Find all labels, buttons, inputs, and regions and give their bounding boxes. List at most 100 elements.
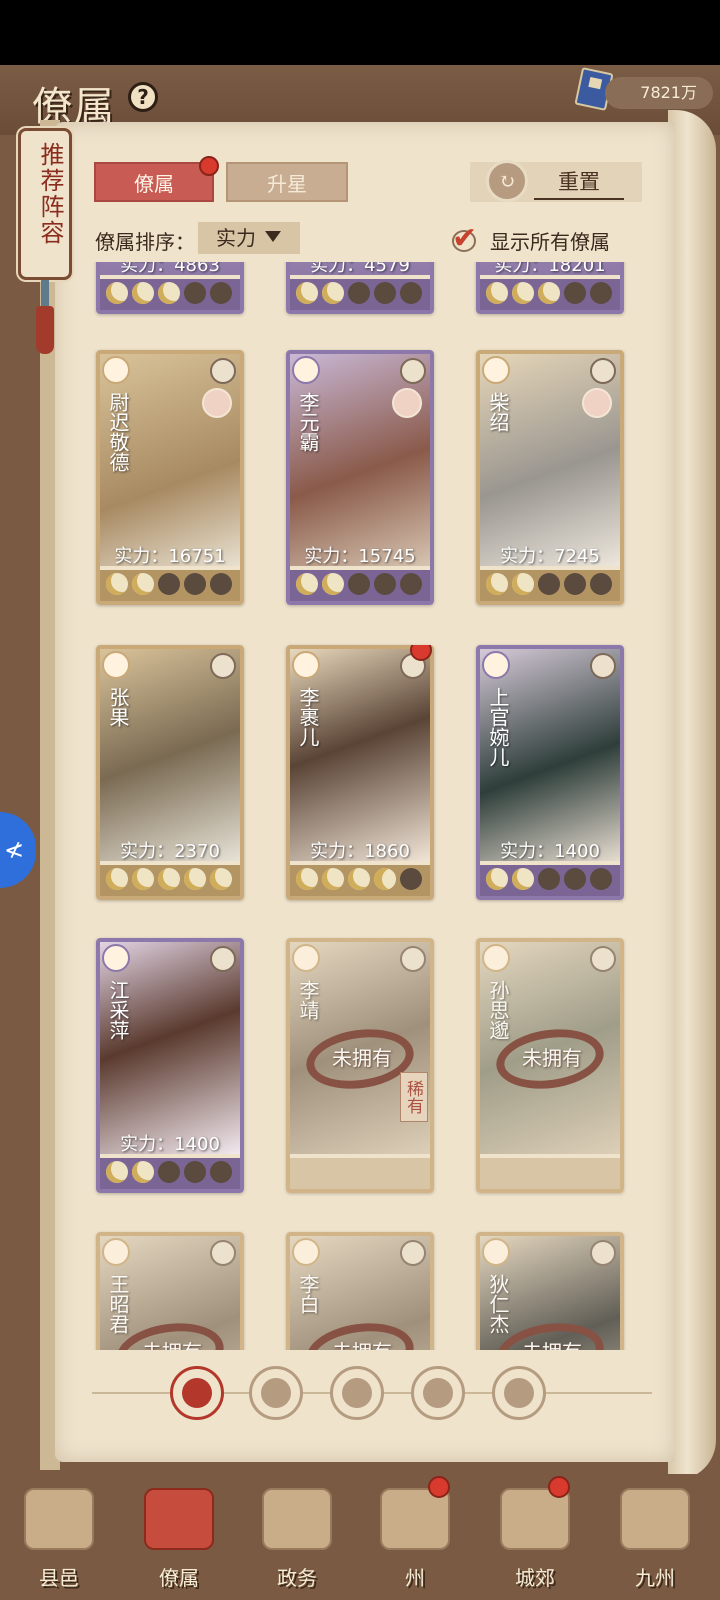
bow-type-icon <box>210 358 236 384</box>
faction-icon <box>482 356 510 384</box>
filter-all-button[interactable] <box>170 1366 224 1420</box>
lion-filter-icon <box>504 1378 534 1408</box>
helmet-type-icon <box>210 946 236 972</box>
moon-star-icon <box>106 868 128 890</box>
nav-label: 政务 <box>277 1566 317 1590</box>
card-power: 实力：15745 <box>304 546 416 567</box>
moon-star-icon <box>322 573 344 595</box>
moon-star-icon <box>184 282 206 304</box>
faction-icon <box>292 651 320 679</box>
bell-filter-icon <box>261 1378 291 1408</box>
card-stars <box>480 865 620 896</box>
book-right-edge <box>668 110 716 1480</box>
card-name: 孙思邈 <box>486 980 510 1040</box>
moon-star-icon <box>400 573 422 595</box>
yinyang-type-icon <box>210 653 236 679</box>
moon-star-icon <box>486 573 508 595</box>
moon-star-icon <box>512 868 534 890</box>
moon-star-icon <box>158 282 180 304</box>
card-power: 实力：18201 <box>494 262 606 276</box>
help-icon[interactable]: ? <box>128 82 158 112</box>
officer-card[interactable]: 李元霸 实力：15745 <box>286 350 434 605</box>
nav-label: 县邑 <box>39 1566 79 1590</box>
card-power: 实力：2370 <box>120 841 220 862</box>
sort-label: 僚属排序： <box>95 230 195 254</box>
unowned-label: 未拥有 <box>502 1336 602 1350</box>
shield-type-icon <box>400 358 426 384</box>
nav-item-town[interactable]: 县邑 <box>4 1474 114 1594</box>
faction-icon <box>482 1238 510 1266</box>
show-all-label[interactable]: 显示所有僚属 <box>490 226 610 255</box>
officer-card[interactable]: 实力：4579 <box>286 262 434 314</box>
gourd-filter-icon <box>342 1378 372 1408</box>
officer-card[interactable]: 实力：4863 <box>96 262 244 314</box>
card-stars <box>100 1158 240 1189</box>
moon-star-icon <box>374 868 396 890</box>
card-name: 尉迟敬德 <box>106 392 130 472</box>
nav-item-nine-provinces[interactable]: 九州 <box>600 1474 710 1594</box>
moon-star-icon <box>106 282 128 304</box>
officer-card[interactable]: 王昭君 未拥有 <box>96 1232 244 1350</box>
card-power: 实力：7245 <box>500 546 600 567</box>
town-icon <box>24 1488 94 1550</box>
reset-button[interactable]: 重置 <box>534 166 624 200</box>
card-stars <box>100 279 240 310</box>
moon-star-icon <box>590 282 612 304</box>
moon-star-icon <box>400 868 422 890</box>
moon-star-icon <box>538 868 560 890</box>
avatar <box>582 388 612 418</box>
yinyang-type-icon <box>590 1240 616 1266</box>
moon-star-icon <box>210 282 232 304</box>
officer-card[interactable]: 孙思邈 未拥有 <box>476 938 624 1193</box>
moon-star-icon <box>538 282 560 304</box>
moon-star-icon <box>322 868 344 890</box>
filter-fan-button[interactable] <box>411 1366 465 1420</box>
officer-card[interactable]: 江采萍 实力：1400 <box>96 938 244 1193</box>
nav-item-officers[interactable]: 僚属 <box>124 1474 234 1594</box>
card-name: 柴绍 <box>486 392 510 432</box>
map-icon <box>620 1488 690 1550</box>
moon-star-icon <box>296 573 318 595</box>
card-stars <box>290 570 430 601</box>
reset-icon[interactable]: ↻ <box>486 160 528 202</box>
card-name: 李靖 <box>296 980 320 1020</box>
filter-gourd-button[interactable] <box>330 1366 384 1420</box>
officer-card[interactable]: 上官婉儿 实力：1400 <box>476 645 624 900</box>
nav-item-suburb[interactable]: 城郊 <box>480 1474 590 1594</box>
nav-label: 九州 <box>635 1566 675 1590</box>
moon-star-icon <box>348 868 370 890</box>
card-name: 狄仁杰 <box>486 1274 510 1334</box>
filter-lion-button[interactable] <box>492 1366 546 1420</box>
officer-card[interactable]: 李白 未拥有 <box>286 1232 434 1350</box>
bow-type-icon <box>590 946 616 972</box>
currency-display: 7821万 <box>605 77 713 109</box>
nav-label: 城郊 <box>515 1566 555 1590</box>
officer-card[interactable]: 狄仁杰 未拥有 <box>476 1232 624 1350</box>
diamond-filter-icon <box>182 1378 212 1408</box>
officer-card[interactable]: 尉迟敬德 实力：16751 <box>96 350 244 605</box>
card-power: 实力：16751 <box>114 546 226 567</box>
officer-card[interactable]: 柴绍 实力：7245 <box>476 350 624 605</box>
officer-card[interactable]: 张果 实力：2370 <box>96 645 244 900</box>
moon-star-icon <box>374 282 396 304</box>
card-name: 王昭君 <box>106 1274 130 1334</box>
card-stars <box>100 865 240 896</box>
tab-upgrade-star[interactable]: 升星 <box>226 162 348 202</box>
sort-dropdown[interactable]: 实力 <box>198 222 300 254</box>
bow-type-icon <box>590 358 616 384</box>
nav-item-affairs[interactable]: 政务 <box>242 1474 352 1594</box>
moon-star-icon <box>564 868 586 890</box>
moon-star-icon <box>512 573 534 595</box>
filter-bell-button[interactable] <box>249 1366 303 1420</box>
checkmark-icon: ✔ <box>452 221 478 256</box>
moon-star-icon <box>210 868 232 890</box>
officer-card[interactable]: 实力：18201 <box>476 262 624 314</box>
faction-icon <box>102 651 130 679</box>
moon-star-icon <box>132 282 154 304</box>
nav-item-prefecture[interactable]: 州 <box>360 1474 470 1594</box>
officer-card[interactable]: 李裹儿 实力：1860 <box>286 645 434 900</box>
officer-card[interactable]: 李靖 未拥有 稀有 <box>286 938 434 1193</box>
card-name: 上官婉儿 <box>486 687 510 767</box>
affairs-icon <box>262 1488 332 1550</box>
tab-officers[interactable]: 僚属 <box>94 162 214 202</box>
